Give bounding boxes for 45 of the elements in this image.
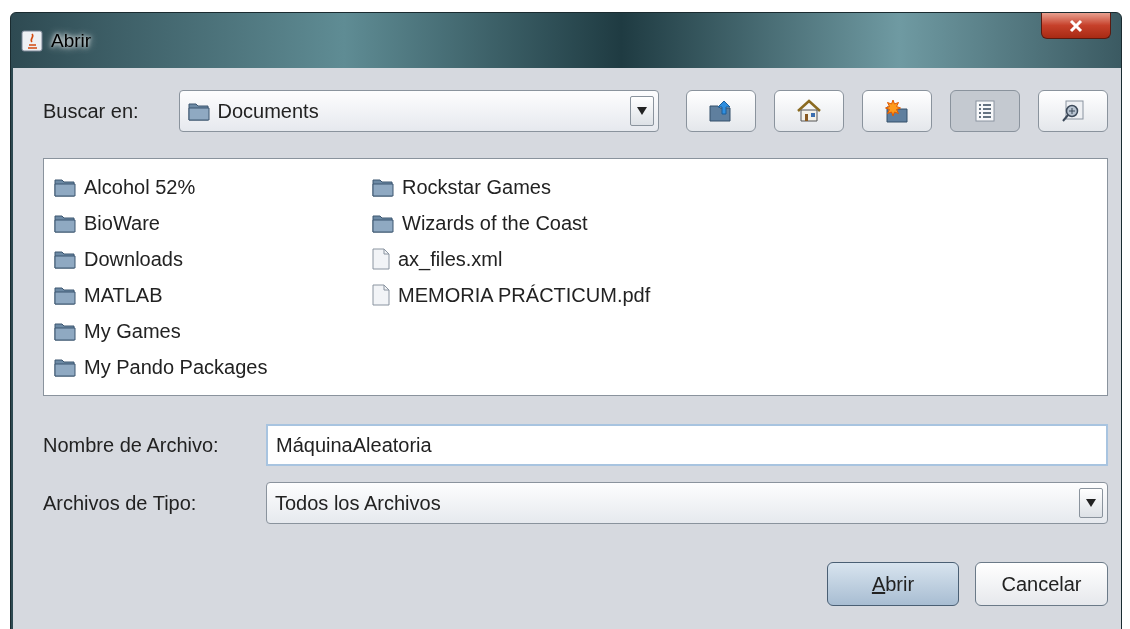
new-folder-button[interactable] xyxy=(862,90,932,132)
home-button[interactable] xyxy=(774,90,844,132)
file-item[interactable]: MEMORIA PRÁCTICUM.pdf xyxy=(398,283,651,307)
folder-icon xyxy=(54,357,76,377)
file-name-label: Nombre de Archivo: xyxy=(43,433,220,457)
up-button[interactable] xyxy=(686,90,756,132)
folder-icon xyxy=(54,213,76,233)
file-type-label: Archivos de Tipo: xyxy=(43,491,198,515)
file-item[interactable]: My Pando Packages xyxy=(84,355,268,379)
close-icon xyxy=(1068,18,1084,33)
folder-icon xyxy=(54,321,76,341)
file-item[interactable]: My Games xyxy=(84,319,181,343)
dropdown-arrow-icon xyxy=(1086,498,1096,508)
file-item[interactable]: Wizards of the Coast xyxy=(402,211,588,235)
list-button[interactable] xyxy=(950,90,1020,132)
details-button[interactable] xyxy=(1038,90,1108,132)
java-icon xyxy=(21,29,43,52)
look-in-label: Buscar en: xyxy=(43,99,140,123)
file-item[interactable]: Rockstar Games xyxy=(402,175,551,199)
look-in-dropdown[interactable]: Documents xyxy=(178,90,659,132)
folder-icon xyxy=(54,177,76,197)
open-button[interactable]: Abrir xyxy=(827,562,959,606)
window-title: Abrir xyxy=(51,29,92,52)
file-item[interactable]: Downloads xyxy=(84,247,183,271)
file-item[interactable]: BioWare xyxy=(84,211,160,235)
file-type-dropdown[interactable]: Todos los Archivos xyxy=(266,482,1108,524)
file-item[interactable]: MATLAB xyxy=(84,283,163,307)
new-folder-icon xyxy=(884,99,910,123)
close-button[interactable] xyxy=(1041,13,1111,39)
list-view-icon xyxy=(973,99,997,123)
folder-icon xyxy=(372,177,394,197)
folder-icon xyxy=(54,249,76,269)
document-icon xyxy=(372,248,390,270)
details-view-icon xyxy=(1061,99,1085,123)
file-name-field[interactable]: MáquinaAleatoria xyxy=(266,424,1108,466)
folder-icon xyxy=(187,101,210,121)
cancel-button[interactable]: Cancelar xyxy=(975,562,1108,606)
file-item[interactable]: Alcohol 52% xyxy=(84,175,196,199)
folder-icon xyxy=(372,213,394,233)
file-item[interactable]: ax_files.xml xyxy=(398,247,503,271)
home-icon xyxy=(796,99,822,123)
folder-up-icon xyxy=(708,99,734,123)
document-icon xyxy=(372,284,390,306)
dropdown-arrow-icon xyxy=(637,106,647,116)
folder-icon xyxy=(54,285,76,305)
